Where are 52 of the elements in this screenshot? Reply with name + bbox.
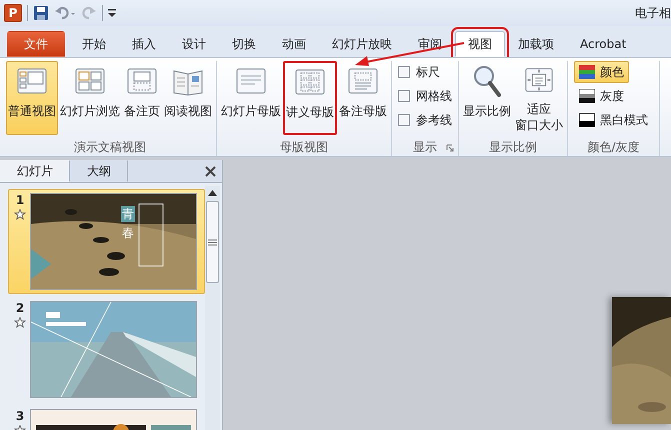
slide-number: 2 xyxy=(16,301,24,315)
star-icon xyxy=(14,317,26,328)
color-mode-button[interactable]: 颜色 xyxy=(574,61,629,83)
ribbon-tab[interactable]: 切换 xyxy=(219,31,269,57)
scroll-up-icon[interactable] xyxy=(208,190,217,196)
customize-caret-icon[interactable] xyxy=(108,8,116,18)
ribbon-tab[interactable]: 幻灯片放映 xyxy=(319,31,405,57)
color-mode-button[interactable]: 灰度 xyxy=(574,85,629,107)
group-label: 母版视图 xyxy=(280,139,328,156)
ribbon-button[interactable]: 阅读视图 xyxy=(162,61,214,135)
group-label: 显示 xyxy=(413,139,437,156)
ribbon-button[interactable]: 幻灯片母版 xyxy=(219,61,283,135)
group-label: 演示文稿视图 xyxy=(74,139,146,156)
dialog-launcher-icon[interactable] xyxy=(446,144,454,152)
ribbon-button[interactable]: 普通视图 xyxy=(6,61,58,135)
group-label: 显示比例 xyxy=(489,139,537,156)
ribbon-button[interactable]: 备注母版 xyxy=(337,61,389,135)
pane-tab[interactable]: 大纲 xyxy=(70,160,128,182)
striped-swatch-icon xyxy=(579,65,595,79)
file-tab[interactable]: 文件 xyxy=(7,31,65,57)
ribbon-tab[interactable]: 插入 xyxy=(119,31,169,57)
ribbon-button[interactable]: 讲义母版 xyxy=(283,61,337,135)
app-logo-icon[interactable]: P xyxy=(4,4,22,22)
ribbon-button[interactable]: 显示比例 xyxy=(461,61,513,135)
pane-tab[interactable]: 幻灯片 xyxy=(0,160,70,182)
ribbon-tab[interactable]: 动画 xyxy=(269,31,319,57)
scrollbar[interactable] xyxy=(205,186,220,430)
ribbon-tab[interactable]: 开始 xyxy=(69,31,119,57)
ribbon-button[interactable]: 备注页 xyxy=(122,61,162,135)
slide-number: 1 xyxy=(16,193,24,207)
slide-title-text: 青 xyxy=(121,206,135,222)
undo-icon[interactable] xyxy=(54,5,76,21)
save-icon[interactable] xyxy=(33,5,49,21)
color-mode-button[interactable]: 黑白模式 xyxy=(574,109,653,131)
ribbon-tab[interactable]: Acrobat xyxy=(567,31,640,57)
ribbon-tab[interactable]: 设计 xyxy=(169,31,219,57)
ribbon-tab[interactable]: 加载项 xyxy=(505,31,567,57)
shaded-swatch-icon xyxy=(579,89,595,103)
group-label: 颜色/灰度 xyxy=(587,139,640,156)
slide-number: 3 xyxy=(16,409,24,423)
star-icon xyxy=(14,209,26,220)
close-icon[interactable] xyxy=(205,166,216,176)
checkbox[interactable]: 网格线 xyxy=(398,85,452,107)
window-title: 电子相 xyxy=(635,4,671,22)
checkbox[interactable]: 标尺 xyxy=(398,61,440,83)
ribbon-button[interactable]: 幻灯片浏览 xyxy=(58,61,122,135)
slide-thumbnail-row[interactable]: 1 青 春 xyxy=(8,189,205,294)
scroll-thumb[interactable] xyxy=(206,201,219,283)
two-tone-swatch-icon xyxy=(579,113,595,127)
ribbon-button[interactable]: 适应 窗口大小 xyxy=(513,61,565,135)
slide-title-text: 春 xyxy=(121,225,135,241)
checkbox[interactable]: 参考线 xyxy=(398,109,452,131)
